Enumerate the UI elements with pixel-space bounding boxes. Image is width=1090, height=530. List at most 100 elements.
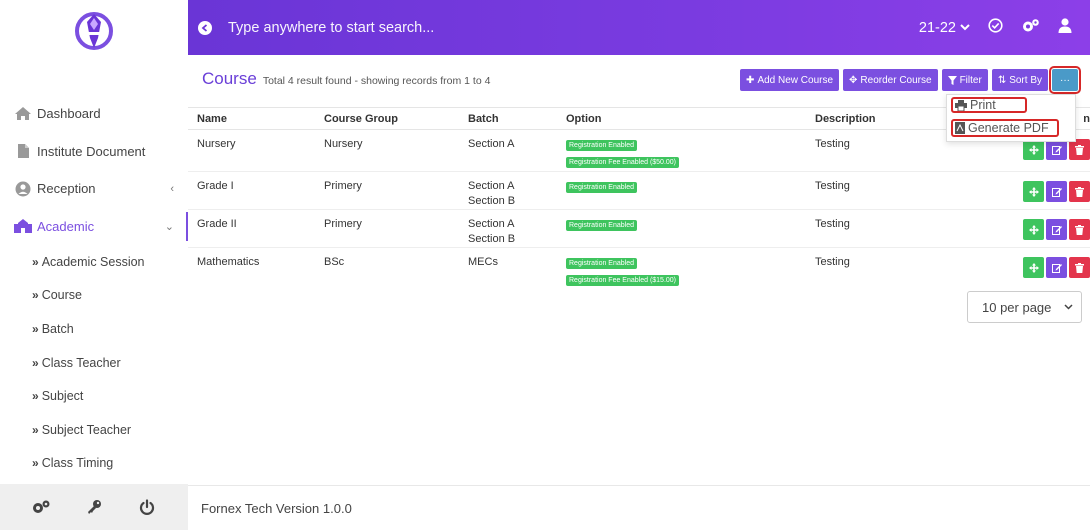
settings-icon[interactable] xyxy=(30,496,52,518)
per-page-select[interactable]: 10 per page xyxy=(967,291,1082,323)
table-row: Grade I Primery Section A Section B Regi… xyxy=(188,171,1090,210)
plus-icon: ✚ xyxy=(746,74,755,86)
add-new-course-button[interactable]: ✚ Add New Course xyxy=(740,69,840,91)
move-icon xyxy=(1028,144,1039,155)
sidebar-subitem-subject-teacher[interactable]: » Subject Teacher xyxy=(0,413,188,447)
back-arrow-icon[interactable] xyxy=(198,20,212,35)
more-icon: ··· xyxy=(1060,74,1070,86)
status-badge: Registration Enabled xyxy=(566,182,637,193)
logo[interactable] xyxy=(0,0,188,55)
edit-button[interactable] xyxy=(1046,257,1067,278)
delete-button[interactable] xyxy=(1069,181,1090,202)
version-text: Fornex Tech Version 1.0.0 xyxy=(201,500,352,516)
page-title: Course xyxy=(202,69,257,88)
sidebar-subitem-label: Subject xyxy=(41,389,84,404)
filter-button[interactable]: Filter xyxy=(941,69,988,91)
reorder-course-button[interactable]: ✥ Reorder Course xyxy=(843,69,938,91)
button-label: Filter xyxy=(959,74,982,86)
user-circle-icon xyxy=(13,180,33,198)
move-button[interactable] xyxy=(1023,181,1044,202)
delete-button[interactable] xyxy=(1069,139,1090,160)
cell-description: Testing xyxy=(806,129,946,172)
academic-year-select[interactable]: 21-22 xyxy=(919,20,970,36)
move-button[interactable] xyxy=(1023,219,1044,240)
per-page-value: 10 per page xyxy=(982,299,1052,315)
sidebar-subitem-course[interactable]: » Course xyxy=(0,279,188,313)
batch-line: Section A xyxy=(468,180,515,192)
sidebar-subitem-label: Class Timing xyxy=(41,456,114,471)
sidebar-subitem-label: Course xyxy=(41,288,82,303)
sidebar-item-label: Reception xyxy=(37,181,96,197)
delete-button[interactable] xyxy=(1069,219,1090,240)
cell-option: Registration Enabled Registration Fee En… xyxy=(557,248,806,290)
header-actions: 21-22 xyxy=(919,0,1072,55)
move-button[interactable] xyxy=(1023,257,1044,278)
user-icon[interactable] xyxy=(1058,18,1072,37)
cell-batch: Section A Section B xyxy=(459,209,557,248)
key-icon[interactable] xyxy=(83,496,105,518)
print-menu-item[interactable]: Print xyxy=(951,97,1027,113)
sidebar-subitem-subject[interactable]: » Subject xyxy=(0,379,188,413)
chevron-down-icon xyxy=(1064,301,1073,313)
delete-button[interactable] xyxy=(1069,257,1090,278)
column-header-name[interactable]: Name xyxy=(188,107,315,130)
sidebar-subitem-class-timing[interactable]: » Class Timing xyxy=(0,447,188,481)
settings-icon[interactable] xyxy=(1021,18,1040,37)
toolbar: ✚ Add New Course ✥ Reorder Course Filter… xyxy=(740,66,1081,94)
status-badge: Registration Enabled xyxy=(566,258,637,269)
cell-description: Testing xyxy=(815,256,850,268)
menu-item-label: Print xyxy=(970,98,996,112)
double-chevron-icon: » xyxy=(32,288,39,303)
status-badge: Registration Fee Enabled ($50.00) xyxy=(566,157,680,168)
table-row: Grade II Primery Section A Section B Reg… xyxy=(188,209,1090,248)
sidebar-footer xyxy=(0,484,188,530)
button-label: Add New Course xyxy=(757,74,834,86)
cell-course-group: Primery xyxy=(315,209,459,248)
move-button[interactable] xyxy=(1023,139,1044,160)
edit-button[interactable] xyxy=(1046,181,1067,202)
menu-item-label: Generate PDF xyxy=(968,121,1049,135)
check-circle-icon[interactable] xyxy=(988,18,1003,37)
search-input[interactable]: Type anywhere to start search... xyxy=(228,20,434,36)
cell-name: Grade II xyxy=(188,209,315,248)
more-options-dropdown: Print Generate PDF xyxy=(946,94,1076,142)
cell-batch: Section A xyxy=(459,129,557,172)
page-footer: Fornex Tech Version 1.0.0 xyxy=(188,485,1090,530)
cell-description: Testing xyxy=(806,209,946,248)
column-header-option[interactable]: Option xyxy=(557,107,806,130)
sidebar-item-academic[interactable]: Academic ⌄ xyxy=(0,208,188,246)
more-options-button[interactable]: ··· xyxy=(1049,66,1081,94)
sidebar-item-label: Institute Document xyxy=(37,143,146,159)
cell-actions xyxy=(946,248,1090,290)
generate-pdf-menu-item[interactable]: Generate PDF xyxy=(951,119,1059,137)
table-row: Mathematics BSc MECs Registration Enable… xyxy=(188,248,1090,290)
cell-batch: Section A Section B xyxy=(459,171,557,210)
top-header: Type anywhere to start search... 21-22 xyxy=(188,0,1090,55)
cell-actions xyxy=(946,171,1090,210)
sidebar-subitem-academic-session[interactable]: » Academic Session xyxy=(0,245,188,279)
column-header-batch[interactable]: Batch xyxy=(459,107,557,130)
sort-by-button[interactable]: ⇅ Sort By xyxy=(991,69,1048,91)
pdf-file-icon xyxy=(955,122,965,134)
sidebar-item-institute-document[interactable]: Institute Document xyxy=(0,133,188,171)
academic-year-label: 21-22 xyxy=(918,19,956,36)
sidebar-item-dashboard[interactable]: Dashboard xyxy=(0,95,188,133)
sidebar-item-reception[interactable]: Reception ‹ xyxy=(0,170,188,208)
edit-button[interactable] xyxy=(1046,139,1067,160)
column-header-course-group[interactable]: Course Group xyxy=(315,107,459,130)
edit-button[interactable] xyxy=(1046,219,1067,240)
cell-option: Registration Enabled xyxy=(557,171,806,210)
sidebar-subitem-class-teacher[interactable]: » Class Teacher xyxy=(0,346,188,380)
batch-line: MECs xyxy=(468,256,498,268)
home-icon xyxy=(13,105,33,123)
trash-icon xyxy=(1075,262,1084,273)
edit-icon xyxy=(1051,187,1062,197)
power-icon[interactable] xyxy=(136,496,158,518)
edit-icon xyxy=(1051,225,1062,235)
column-header-description[interactable]: Description xyxy=(806,107,946,130)
page-header: Course Total 4 result found - showing re… xyxy=(202,69,490,89)
status-badge: Registration Fee Enabled ($15.00) xyxy=(566,275,680,286)
sidebar-subitem-batch[interactable]: » Batch xyxy=(0,312,188,346)
button-label: Reorder Course xyxy=(860,74,932,86)
sidebar-subitem-label: Subject Teacher xyxy=(41,422,132,437)
